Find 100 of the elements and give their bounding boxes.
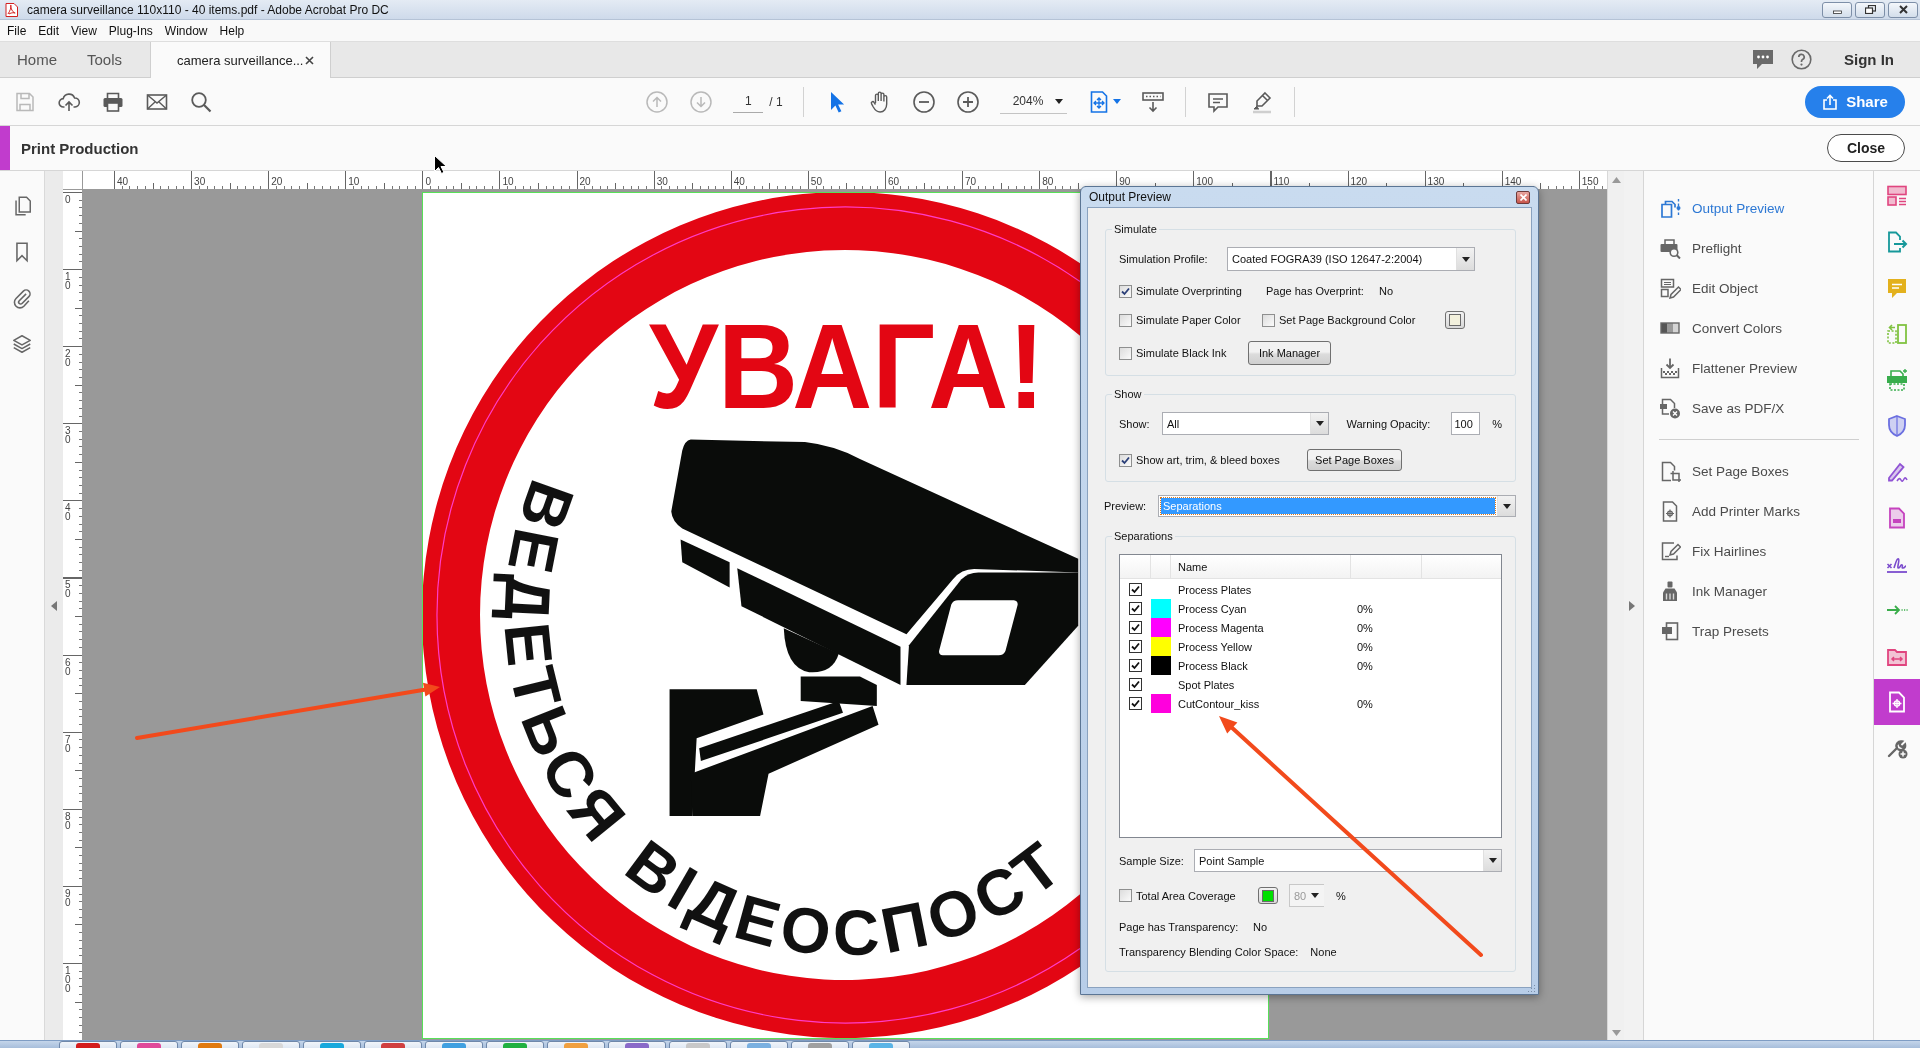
checkbox[interactable]	[1262, 313, 1275, 327]
tab[interactable]: Tools	[72, 42, 138, 77]
sample-size-dropdown[interactable]: Point Sample	[1194, 849, 1502, 872]
ruler-label: 130	[1426, 176, 1445, 187]
taskbar-button[interactable]	[59, 1041, 117, 1048]
help-icon[interactable]	[1791, 49, 1812, 70]
panel-item[interactable]: Trap Presets	[1644, 611, 1873, 651]
ink-manager-button[interactable]: Ink Manager	[1248, 341, 1331, 365]
panel-item[interactable]: Convert Colors	[1644, 308, 1873, 348]
layers-icon[interactable]	[11, 333, 33, 355]
close-icon	[1897, 5, 1909, 14]
page-number-field[interactable]: 1	[733, 90, 764, 113]
chat-icon[interactable]	[1752, 49, 1774, 70]
scrollbar[interactable]	[1607, 171, 1624, 1040]
taskbar-button[interactable]	[547, 1041, 605, 1048]
close-icon[interactable]	[305, 55, 315, 65]
app-icon	[686, 1043, 710, 1048]
panel-item[interactable]: Fix Hairlines	[1644, 531, 1873, 571]
taskbar-button[interactable]	[242, 1041, 300, 1048]
share-button[interactable]: Share	[1805, 85, 1905, 118]
opacity-input[interactable]: 100	[1451, 412, 1481, 435]
checkbox[interactable]	[1129, 602, 1142, 615]
checkbox[interactable]	[1129, 640, 1142, 653]
paperclip-icon[interactable]	[11, 287, 33, 309]
app-icon	[381, 1043, 405, 1048]
unit-label: %	[1336, 889, 1346, 902]
taskbar-button[interactable]	[303, 1041, 361, 1048]
arrow-up-icon[interactable]	[1611, 177, 1621, 183]
panel-item[interactable]: Preflight	[1644, 228, 1873, 268]
search-icon[interactable]	[189, 89, 213, 114]
expand-arrow-icon[interactable]	[1628, 600, 1635, 611]
taskbar-button[interactable]	[852, 1041, 910, 1048]
taskbar-button[interactable]	[608, 1041, 666, 1048]
taskbar-button[interactable]	[730, 1041, 788, 1048]
sign-in-button[interactable]: Sign In	[1844, 51, 1894, 68]
menu-item[interactable]: Plug-Ins	[102, 23, 159, 38]
taskbar-button[interactable]	[791, 1041, 849, 1048]
checkbox[interactable]	[1129, 621, 1142, 634]
panel-item[interactable]: Add Printer Marks	[1644, 491, 1873, 531]
menu-item[interactable]: Edit	[32, 23, 66, 38]
set-page-boxes-button[interactable]: Set Page Boxes	[1307, 449, 1402, 471]
ruler-label: 20	[65, 349, 71, 368]
table-cell-text: 0%	[1356, 640, 1374, 653]
checkbox[interactable]	[1119, 453, 1132, 467]
app-icon	[869, 1043, 893, 1048]
profile-dropdown[interactable]: Coated FOGRA39 (ISO 12647-2:2004)	[1227, 247, 1475, 271]
checkbox[interactable]	[1129, 697, 1142, 710]
menu-item[interactable]: Help	[213, 23, 251, 38]
zoom-out-icon[interactable]	[911, 89, 936, 114]
close-button[interactable]: Close	[1827, 134, 1905, 162]
show-dropdown[interactable]: All	[1162, 412, 1330, 435]
close-button[interactable]	[1516, 190, 1530, 204]
zoom-field[interactable]: 204%	[999, 89, 1067, 114]
checkbox[interactable]	[1119, 346, 1132, 360]
panel-item[interactable]: Ink Manager	[1644, 571, 1873, 611]
taskbar-button[interactable]	[120, 1041, 178, 1048]
shield-icon	[1885, 414, 1909, 438]
checkbox[interactable]	[1129, 678, 1142, 691]
minimize-button[interactable]	[1822, 1, 1852, 18]
collapse-arrow-icon[interactable]	[51, 600, 57, 611]
tray-download-icon	[1659, 357, 1681, 379]
scroll-mode-icon[interactable]	[1140, 89, 1165, 114]
app-icon	[564, 1043, 588, 1048]
panel-item[interactable]: Output Preview	[1644, 188, 1873, 228]
ruler-label: 150	[1580, 176, 1599, 187]
taskbar-button[interactable]	[669, 1041, 727, 1048]
page-arrow-icon	[1885, 230, 1909, 254]
checkbox-label: Show art, trim, & bleed boxes	[1136, 454, 1280, 466]
menu-item[interactable]: Window	[158, 23, 214, 38]
tab[interactable]: Home	[0, 42, 72, 77]
color-button[interactable]	[1445, 311, 1465, 329]
panel-item[interactable]: Edit Object	[1644, 268, 1873, 308]
resize-grip-icon[interactable]	[1528, 984, 1536, 992]
checkbox[interactable]	[1119, 313, 1132, 327]
zoom-in-icon[interactable]	[955, 89, 980, 114]
checkbox[interactable]	[1129, 583, 1142, 596]
color-button[interactable]	[1258, 887, 1278, 904]
table-cell-text: Process Cyan	[1177, 602, 1248, 615]
app-icon	[503, 1043, 527, 1048]
arrow-down-icon[interactable]	[1611, 1030, 1621, 1036]
document-tab[interactable]: camera surveillance...	[150, 42, 332, 78]
taskbar-button[interactable]	[181, 1041, 239, 1048]
checkbox[interactable]	[1129, 659, 1142, 672]
taskbar-button[interactable]	[486, 1041, 544, 1048]
taskbar-button[interactable]	[425, 1041, 483, 1048]
menu-item[interactable]: File	[1, 23, 33, 38]
app-icon	[625, 1043, 649, 1048]
panel-item[interactable]: Flattener Preview	[1644, 348, 1873, 388]
caret-down-icon[interactable]	[1112, 99, 1121, 104]
panel-item[interactable]: Save as PDF/X	[1644, 388, 1873, 428]
taskbar-button[interactable]	[364, 1041, 422, 1048]
checkbox[interactable]	[1119, 284, 1132, 298]
panel-item[interactable]: Set Page Boxes	[1644, 451, 1873, 491]
menu-item[interactable]: View	[65, 23, 103, 38]
tool-button[interactable]	[1874, 679, 1920, 725]
restore-button[interactable]	[1855, 1, 1885, 18]
page-pen-icon	[1659, 540, 1681, 562]
checkbox-label: Simulate Overprinting	[1136, 285, 1242, 297]
close-button[interactable]	[1888, 1, 1918, 18]
caret-down-icon	[1311, 893, 1320, 898]
